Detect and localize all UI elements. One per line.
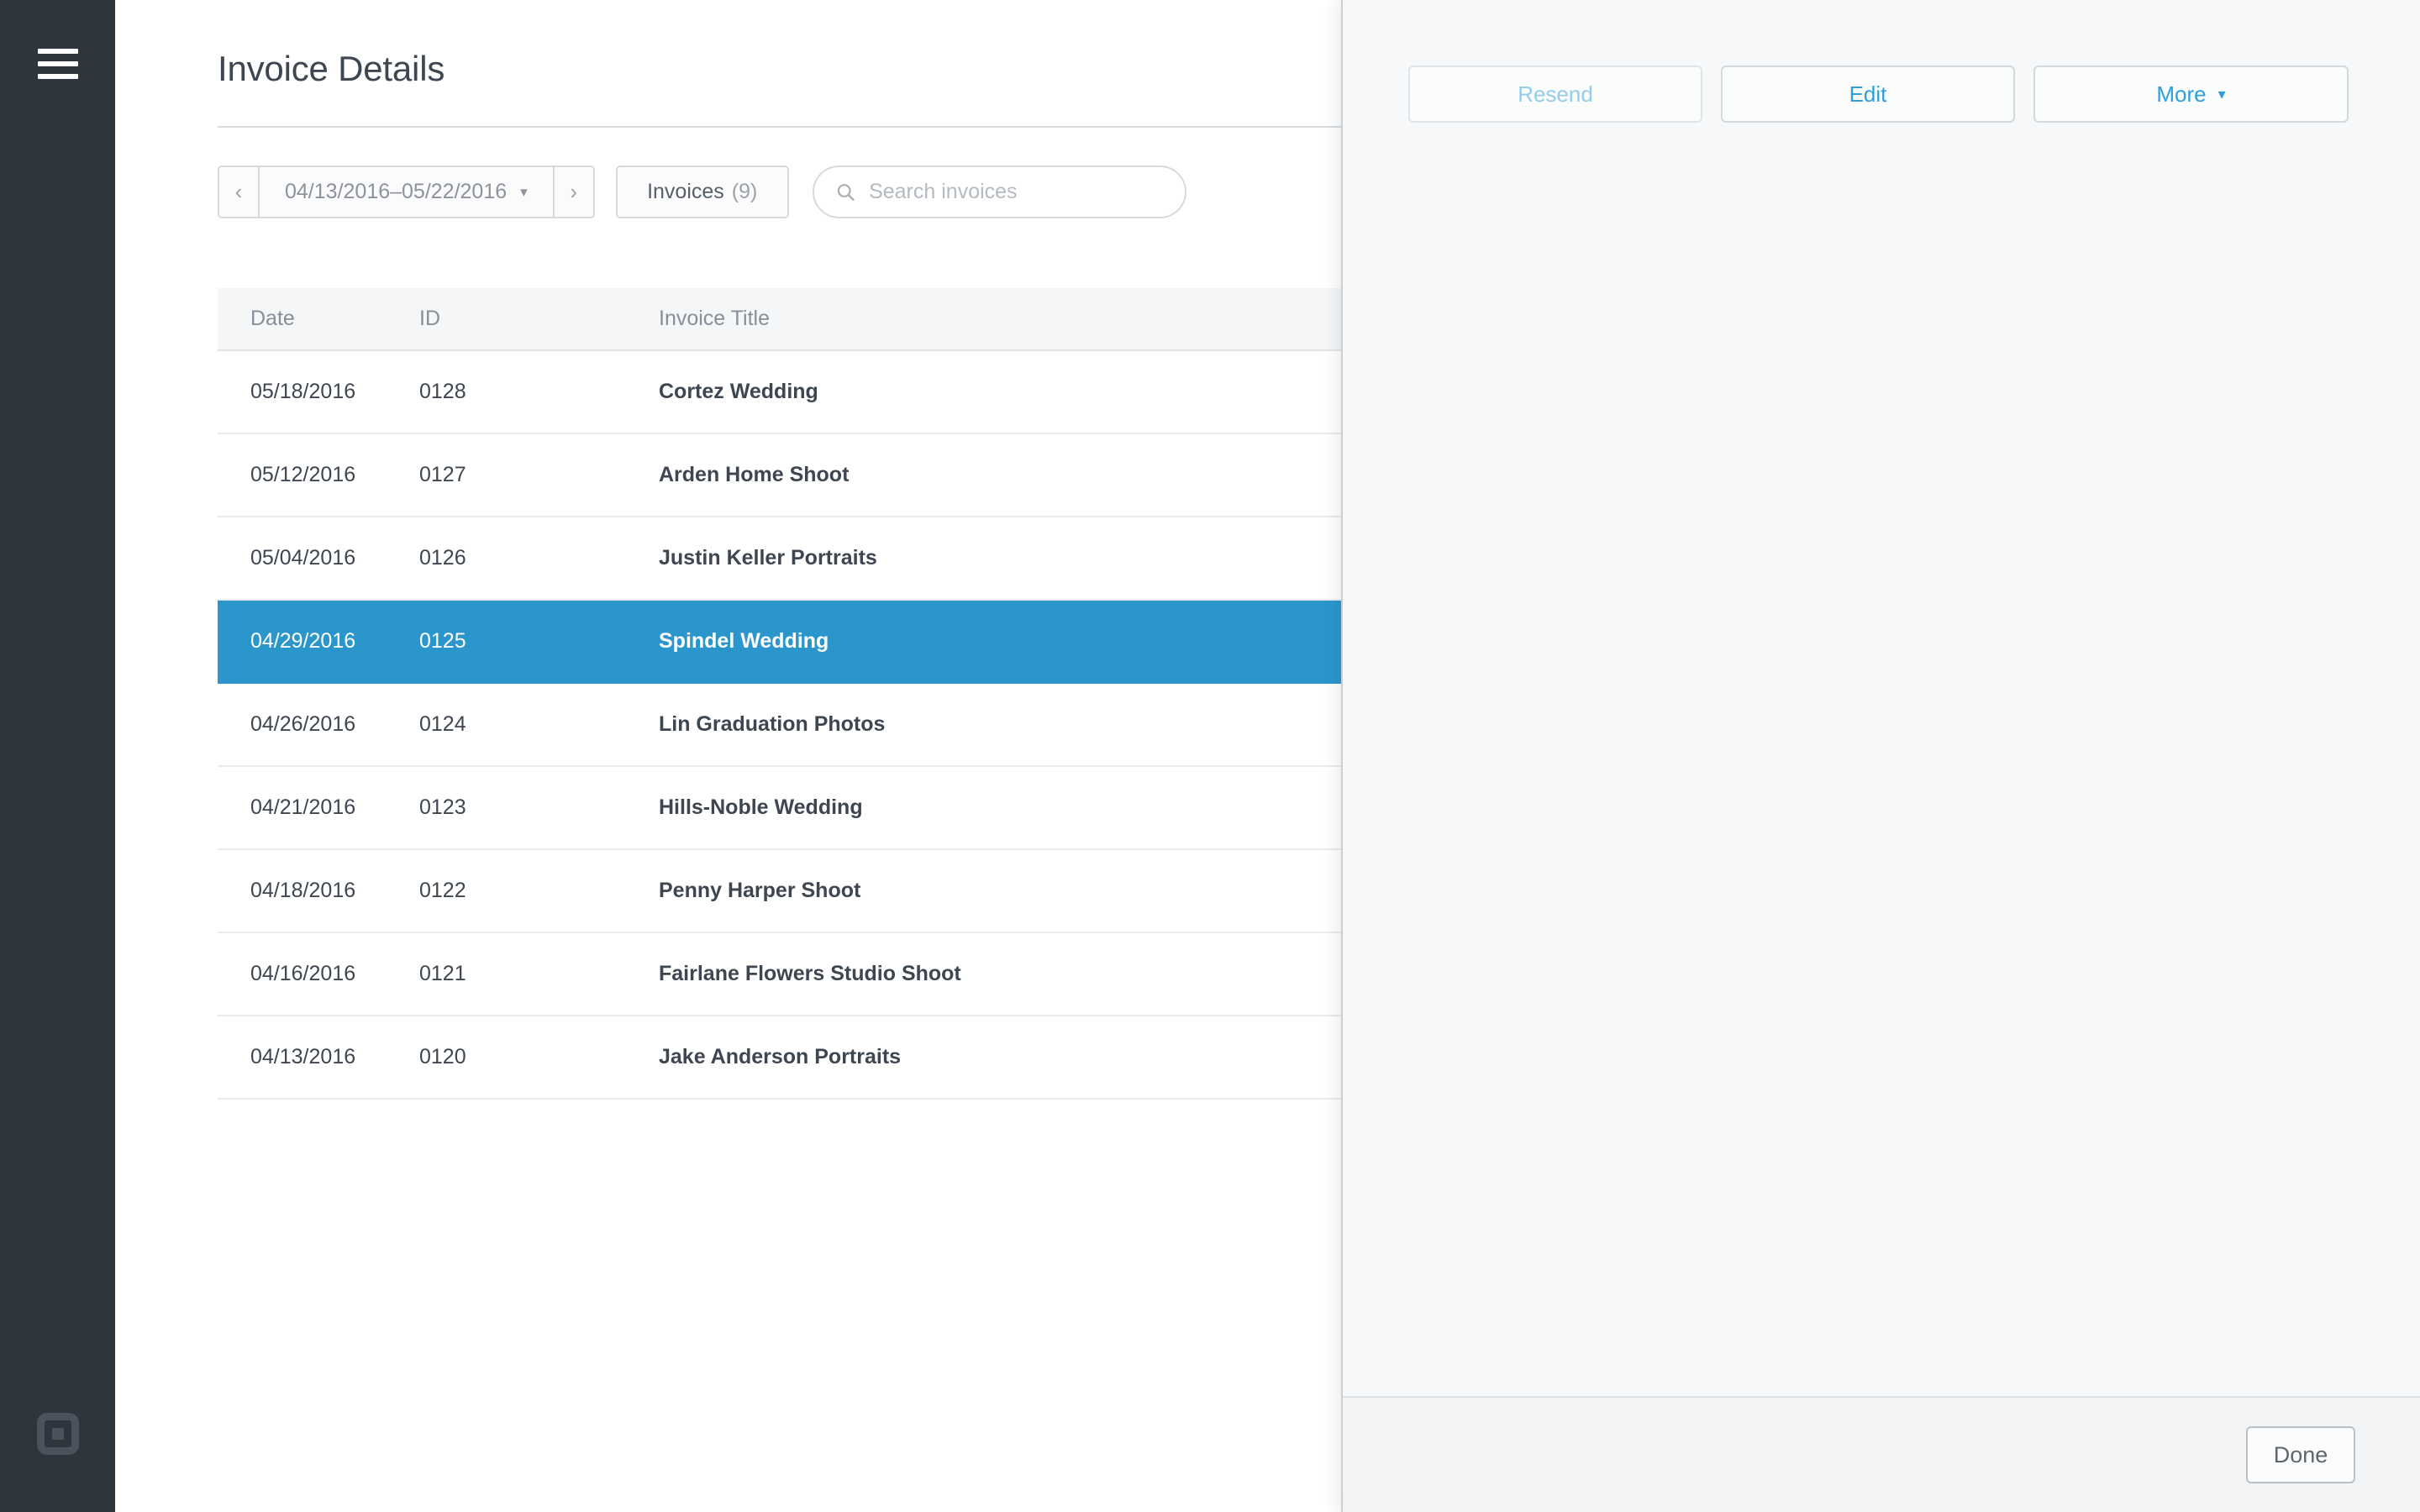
cell-id: 0122	[419, 879, 659, 903]
overlay-footer: Done	[1343, 1396, 2420, 1512]
hamburger-icon[interactable]	[38, 49, 78, 79]
hamburger-bar	[38, 49, 78, 54]
cell-date: 04/21/2016	[218, 795, 419, 820]
cell-id: 0128	[419, 380, 659, 404]
cell-id: 0124	[419, 712, 659, 737]
cell-date: 04/18/2016	[218, 879, 419, 903]
left-nav-rail	[0, 0, 115, 1512]
column-header-id: ID	[419, 307, 659, 331]
cell-date: 04/16/2016	[218, 962, 419, 986]
filter-invoices-count: (9)	[732, 180, 758, 204]
search-input[interactable]	[869, 180, 1163, 204]
cell-id: 0123	[419, 795, 659, 820]
search-icon	[836, 181, 855, 203]
edit-button[interactable]: Edit	[1721, 66, 2015, 123]
cell-id: 0125	[419, 629, 659, 654]
resend-button[interactable]: Resend	[1408, 66, 1702, 123]
page-title: Invoice Details	[218, 49, 445, 89]
date-range-value: 04/13/2016–05/22/2016	[285, 180, 507, 204]
cell-date: 04/29/2016	[218, 629, 419, 654]
cell-date: 05/04/2016	[218, 546, 419, 570]
next-period-button[interactable]: ›	[553, 167, 593, 217]
more-button-label: More	[2156, 81, 2206, 108]
filter-invoices-label: Invoices	[647, 180, 724, 204]
hamburger-bar	[38, 61, 78, 66]
column-header-date: Date	[218, 307, 419, 331]
cell-id: 0120	[419, 1045, 659, 1069]
cell-id: 0127	[419, 463, 659, 487]
cell-id: 0121	[419, 962, 659, 986]
square-logo-inner	[52, 1428, 64, 1440]
cell-date: 04/26/2016	[218, 712, 419, 737]
cell-id: 0126	[419, 546, 659, 570]
date-range-select[interactable]: 04/13/2016–05/22/2016 ▾	[260, 167, 553, 217]
prev-period-button[interactable]: ‹	[219, 167, 260, 217]
square-logo-icon	[37, 1413, 79, 1455]
search-invoices-box[interactable]	[813, 165, 1186, 218]
invoice-detail-overlay: Resend Edit More ▾ PAID ON MAY 22, 2016	[1341, 0, 2420, 1512]
cell-date: 05/12/2016	[218, 463, 419, 487]
chevron-down-icon: ▾	[520, 184, 528, 201]
list-toolbar: ‹ 04/13/2016–05/22/2016 ▾ › Invoices (9)	[218, 165, 1186, 218]
chevron-down-icon: ▾	[2218, 86, 2226, 103]
hamburger-bar	[38, 74, 78, 79]
filter-invoices-button[interactable]: Invoices (9)	[616, 165, 789, 218]
date-range-control: ‹ 04/13/2016–05/22/2016 ▾ ›	[218, 165, 595, 218]
done-button[interactable]: Done	[2246, 1426, 2355, 1483]
app-root: Invoice Details ‹ 04/13/2016–05/22/2016 …	[0, 0, 2420, 1512]
cell-date: 05/18/2016	[218, 380, 419, 404]
invoice-action-bar: Resend Edit More ▾	[1408, 66, 2349, 123]
cell-date: 04/13/2016	[218, 1045, 419, 1069]
more-button[interactable]: More ▾	[2033, 66, 2349, 123]
